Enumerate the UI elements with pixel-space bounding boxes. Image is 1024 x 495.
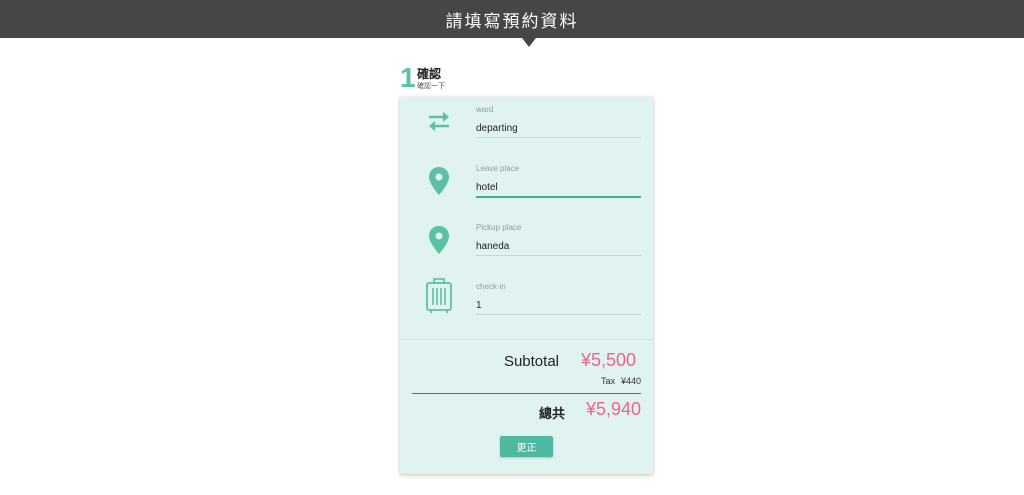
pickup-place-field: Pickup place — [400, 215, 653, 274]
page-title: 請填寫預約資料 — [445, 11, 579, 32]
tax-label: Tax — [600, 376, 615, 386]
location-pin-icon — [422, 223, 456, 257]
pickup-place-input[interactable] — [476, 237, 641, 256]
total-label: 總共 — [538, 407, 565, 422]
confirmation-card: ward Leave place Pickup place — [400, 97, 653, 474]
ward-label: ward — [476, 105, 494, 114]
step-title: 確認 — [417, 67, 442, 81]
leave-place-input[interactable] — [476, 178, 641, 198]
ward-field: ward — [400, 97, 653, 156]
edit-button[interactable]: 更正 — [500, 436, 553, 457]
check-in-field: check-in — [400, 274, 653, 333]
summary-top-divider — [400, 339, 653, 340]
subtotal-value: ¥5,500 — [580, 350, 636, 370]
swap-arrows-icon — [422, 104, 456, 138]
luggage-icon — [422, 278, 456, 313]
step-number: 1 — [400, 62, 416, 93]
pickup-place-label: Pickup place — [476, 223, 522, 232]
summary-divider — [412, 393, 641, 394]
total-value: ¥5,940 — [585, 399, 641, 419]
header-pointer — [522, 38, 536, 47]
subtotal-label: Subtotal — [503, 353, 559, 370]
check-in-input[interactable] — [476, 296, 641, 315]
tax-value: ¥440 — [620, 376, 641, 386]
tax-row: Tax ¥440 — [601, 376, 641, 386]
leave-place-field: Leave place — [400, 156, 653, 215]
check-in-label: check-in — [476, 282, 506, 291]
header-bar: 請填寫預約資料 — [0, 0, 1024, 38]
location-pin-icon — [422, 164, 456, 198]
ward-input[interactable] — [476, 119, 641, 138]
leave-place-label: Leave place — [476, 164, 520, 173]
step-subtitle: 確認一下 — [417, 82, 445, 90]
